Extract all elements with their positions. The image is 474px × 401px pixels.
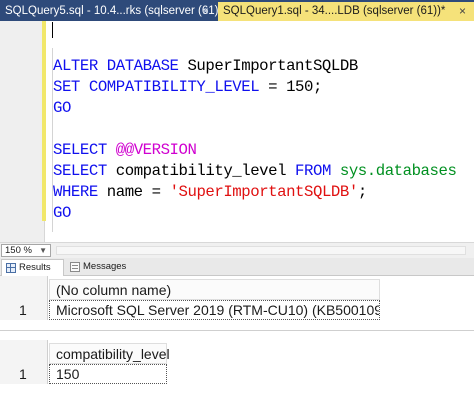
operator: = xyxy=(151,183,161,201)
query-editor[interactable]: ALTER DATABASE SuperImportantSQLDB SET C… xyxy=(0,21,474,242)
close-icon[interactable]: × xyxy=(202,2,209,21)
document-tab-strip: SQLQuery5.sql - 10.4...rks (sqlserver (6… xyxy=(0,0,474,21)
keyword: ALTER DATABASE xyxy=(53,57,179,75)
zoom-dropdown[interactable]: 150 % ▼ xyxy=(1,244,51,257)
number-literal: 150 xyxy=(286,78,313,96)
code-line-select-version[interactable]: SELECT @@VERSION xyxy=(53,140,197,161)
column-header[interactable]: (No column name) xyxy=(49,279,380,300)
zoom-value: 150 % xyxy=(5,245,32,256)
code-line-where[interactable]: WHERE name = 'SuperImportantSQLDB'; xyxy=(53,182,367,203)
grid-cell[interactable]: Microsoft SQL Server 2019 (RTM-CU10) (KB… xyxy=(49,300,380,320)
keyword: GO xyxy=(53,204,71,222)
tab-label: Messages xyxy=(83,261,127,272)
column-header[interactable]: compatibility_level xyxy=(49,343,170,364)
code-line-go[interactable]: GO xyxy=(53,98,71,119)
semicolon: ; xyxy=(357,183,367,201)
editor-status-row: 150 % ▼ xyxy=(0,242,474,258)
keyword: SELECT xyxy=(53,162,107,180)
tab-results[interactable]: Results xyxy=(1,259,64,276)
tab-title: SQLQuery1.sql - 34....LDB (sqlserver (61… xyxy=(223,5,446,17)
text-caret xyxy=(52,22,53,38)
keyword: WHERE xyxy=(53,183,98,201)
horizontal-scrollbar[interactable] xyxy=(56,246,466,255)
grid-cell[interactable]: 150 xyxy=(49,364,167,384)
code-line-select-compatibility[interactable]: SELECT compatibility_level FROM sys.data… xyxy=(53,161,457,182)
column-name: compatibility_level xyxy=(106,162,296,180)
code-line-set-compatibility[interactable]: SET COMPATIBILITY_LEVEL = 150; xyxy=(53,77,322,98)
tab-label: Results xyxy=(19,262,51,273)
message-icon xyxy=(70,262,80,272)
string-literal: 'SuperImportantSQLDB' xyxy=(169,183,359,201)
close-icon[interactable]: × xyxy=(459,2,466,21)
keyword: FROM xyxy=(295,162,331,180)
code-line-go[interactable]: GO xyxy=(53,203,71,224)
tab-title: SQLQuery5.sql - 10.4...rks (sqlserver (6… xyxy=(5,5,223,17)
tab-sqlquery5[interactable]: SQLQuery5.sql - 10.4...rks (sqlserver (6… xyxy=(0,2,222,21)
result-grid-compatibility: compatibility_level 1 150 xyxy=(0,340,474,390)
results-tab-strip: Results Messages xyxy=(0,258,474,276)
identifier: SuperImportantSQLDB xyxy=(178,57,358,75)
keyword: SELECT xyxy=(53,141,107,159)
code-line-alter-database[interactable]: ALTER DATABASE SuperImportantSQLDB xyxy=(53,56,358,77)
row-number[interactable]: 1 xyxy=(19,365,27,384)
tab-messages[interactable]: Messages xyxy=(66,259,132,276)
result-grid-version: (No column name) 1 Microsoft SQL Server … xyxy=(0,276,474,326)
column-name: name xyxy=(97,183,152,201)
chevron-down-icon: ▼ xyxy=(39,246,47,255)
keyword: SET COMPATIBILITY_LEVEL xyxy=(53,78,260,96)
row-number[interactable]: 1 xyxy=(19,301,27,320)
editor-margin xyxy=(0,21,44,242)
system-variable: @@VERSION xyxy=(115,141,197,159)
grid-icon xyxy=(6,263,16,273)
operator: = xyxy=(259,78,287,96)
grid-divider xyxy=(0,330,474,331)
tab-sqlquery1[interactable]: SQLQuery1.sql - 34....LDB (sqlserver (61… xyxy=(218,2,474,21)
change-tracking-bar xyxy=(42,21,46,221)
semicolon: ; xyxy=(313,78,322,96)
keyword: GO xyxy=(53,99,71,117)
system-object: sys.databases xyxy=(339,162,457,180)
